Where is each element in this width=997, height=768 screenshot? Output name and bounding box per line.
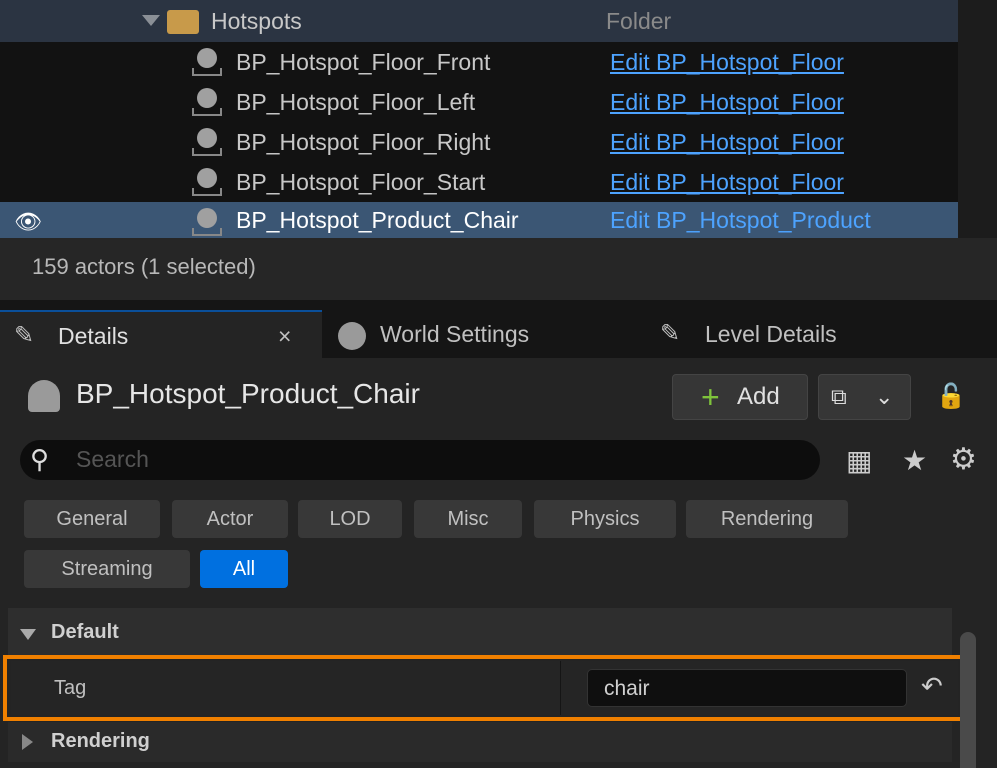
filter-misc[interactable]: Misc <box>414 500 522 538</box>
filter-streaming[interactable]: Streaming <box>24 550 190 588</box>
tab-details[interactable]: ✎ Details × <box>0 310 322 358</box>
property-label: Tag <box>54 677 87 699</box>
hotspot-actor-icon <box>190 168 222 198</box>
folder-name: Hotspots <box>211 8 302 34</box>
expand-arrow-icon <box>22 734 33 750</box>
actor-icon <box>28 380 60 412</box>
edit-blueprint-link[interactable]: Edit BP_Hotspot_Floor <box>610 122 844 162</box>
section-label: Default <box>51 621 119 643</box>
actor-count: 159 actors (1 selected) <box>32 254 256 279</box>
eye-icon[interactable]: 👁 <box>14 202 42 242</box>
filter-actor[interactable]: Actor <box>172 500 288 538</box>
reset-arrow-icon[interactable]: ↶ <box>921 671 943 702</box>
add-component-button[interactable]: + Add <box>672 374 808 420</box>
search-icon: ⚲ <box>30 444 50 474</box>
table-view-icon[interactable]: ▦ <box>846 444 872 477</box>
tab-label: Level Details <box>705 321 837 347</box>
hotspot-actor-icon <box>190 88 222 118</box>
folder-row-hotspots[interactable]: Hotspots Folder <box>0 0 958 42</box>
outliner-row[interactable]: BP_Hotspot_Floor_Front Edit BP_Hotspot_Fl… <box>0 42 958 82</box>
filter-physics[interactable]: Physics <box>534 500 676 538</box>
hotspot-actor-icon <box>190 128 222 158</box>
tab-label: Details <box>58 323 129 349</box>
edit-blueprint-link[interactable]: Edit BP_Hotspot_Floor <box>610 82 844 122</box>
actor-label: BP_Hotspot_Floor_Start <box>236 169 486 195</box>
outliner-row[interactable]: 👁 BP_Hotspot_Product_Chair Edit BP_Hotspot… <box>0 202 958 238</box>
outliner-scrollbar[interactable] <box>958 0 997 238</box>
plus-icon: + <box>701 379 720 415</box>
pencil-icon: ✎ <box>660 320 681 347</box>
filter-all[interactable]: All <box>200 550 288 588</box>
outliner-status-bar: 159 actors (1 selected) <box>0 238 997 300</box>
tag-value-input[interactable]: chair <box>587 669 907 707</box>
search-input[interactable]: ⚲ Search <box>20 440 820 480</box>
tab-label: World Settings <box>380 321 530 347</box>
section-rendering[interactable]: Rendering <box>8 722 952 762</box>
actor-label: BP_Hotspot_Floor_Right <box>236 129 491 155</box>
section-label: Rendering <box>51 730 150 752</box>
folder-type: Folder <box>606 8 672 34</box>
actor-label: BP_Hotspot_Floor_Left <box>236 89 476 115</box>
filter-lod[interactable]: LOD <box>298 500 402 538</box>
actor-name: BP_Hotspot_Product_Chair <box>76 378 420 409</box>
property-row-tag: Tag chair ↶ <box>3 655 975 721</box>
pencil-icon: ✎ <box>14 322 35 349</box>
tag-value: chair <box>604 677 650 700</box>
close-icon[interactable]: × <box>278 312 291 360</box>
star-icon[interactable]: ★ <box>902 444 927 477</box>
blueprint-options-button[interactable]: ⧉ ⌄ <box>818 374 911 420</box>
hotspot-actor-icon <box>190 208 222 238</box>
search-placeholder: Search <box>76 446 149 472</box>
globe-icon <box>338 322 366 350</box>
section-default[interactable]: Default <box>8 608 952 656</box>
actor-label: BP_Hotspot_Product_Chair <box>236 207 519 233</box>
details-scrollbar[interactable] <box>960 632 976 768</box>
edit-blueprint-link[interactable]: Edit BP_Hotspot_Product <box>610 202 871 238</box>
edit-blueprint-link[interactable]: Edit BP_Hotspot_Floor <box>610 42 844 82</box>
filter-general[interactable]: General <box>24 500 160 538</box>
outliner-row[interactable]: BP_Hotspot_Floor_Start Edit BP_Hotspot_Fl… <box>0 162 958 202</box>
lock-icon[interactable]: 🔓 <box>936 382 966 410</box>
edit-blueprint-link[interactable]: Edit BP_Hotspot_Floor <box>610 162 844 202</box>
outliner-row[interactable]: BP_Hotspot_Floor_Left Edit BP_Hotspot_Flo… <box>0 82 958 122</box>
add-label: Add <box>737 383 780 410</box>
folder-icon <box>167 10 199 34</box>
hierarchy-icon: ⧉ <box>831 384 847 409</box>
divider <box>560 661 561 715</box>
filter-rendering[interactable]: Rendering <box>686 500 848 538</box>
collapse-arrow-icon[interactable] <box>142 15 160 26</box>
collapse-arrow-icon <box>20 629 36 640</box>
hotspot-actor-icon <box>190 48 222 78</box>
outliner-row[interactable]: BP_Hotspot_Floor_Right Edit BP_Hotspot_Fl… <box>0 122 958 162</box>
actor-label: BP_Hotspot_Floor_Front <box>236 49 491 75</box>
chevron-down-icon: ⌄ <box>875 384 894 409</box>
gear-icon[interactable]: ⚙ <box>950 442 977 477</box>
